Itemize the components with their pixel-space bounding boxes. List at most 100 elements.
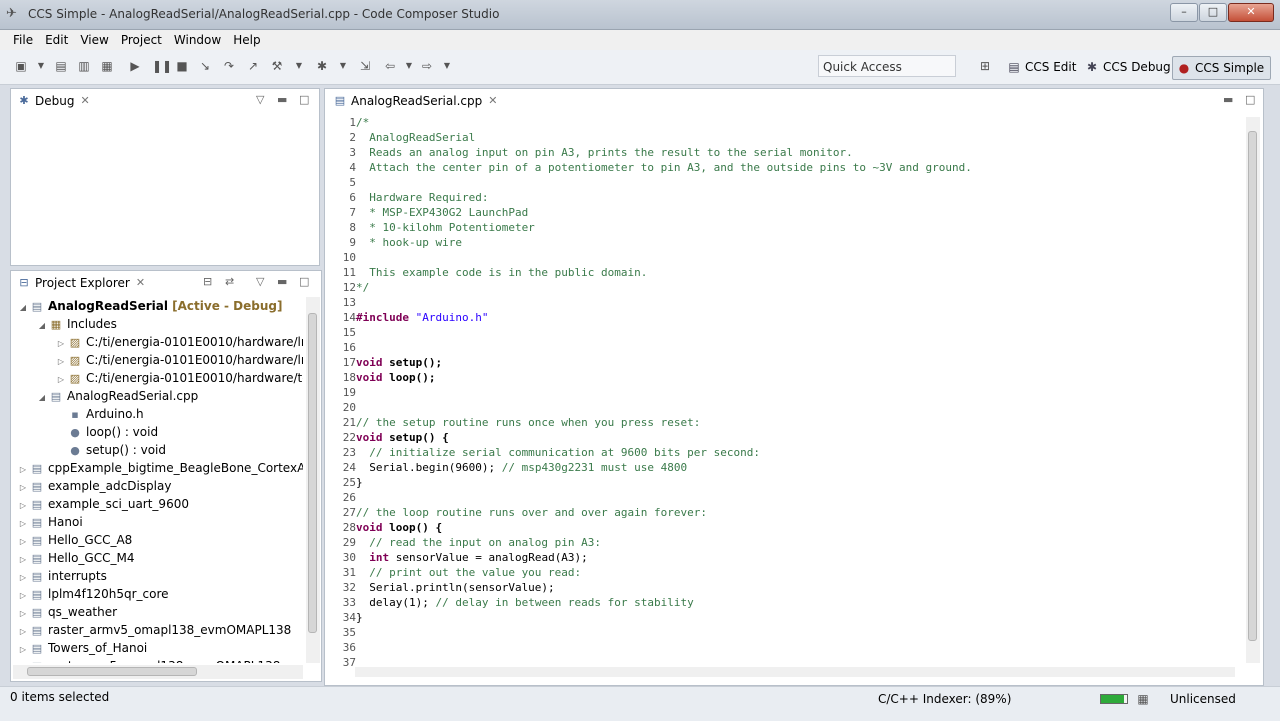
code-line[interactable]: 27// the loop routine runs over and over…	[335, 505, 707, 520]
code-line[interactable]: 7 * MSP-EXP430G2 LaunchPad	[335, 205, 528, 220]
code-line[interactable]: 12*/	[335, 280, 370, 295]
tree-item[interactable]: ▷ ▤ qs_weather	[17, 603, 117, 621]
code-line[interactable]: 21// the setup routine runs once when yo…	[335, 415, 701, 430]
code-line[interactable]: 26	[335, 490, 356, 505]
code-line[interactable]: 31 // print out the value you read:	[335, 565, 581, 580]
tree-item[interactable]: ▷ ▤ example_adcDisplay	[17, 477, 172, 495]
tree-item[interactable]: ▷ ▤ Hello_GCC_A8	[17, 531, 132, 549]
build-hammer-icon[interactable]: ⚒	[270, 59, 284, 73]
scroll-thumb[interactable]	[1248, 131, 1257, 641]
debug-view-tab[interactable]: ✱ Debug ✕	[11, 89, 90, 113]
code-editor[interactable]: 1/* 2 AnalogReadSerial 3 Reads an analog i…	[335, 115, 1239, 669]
back-icon[interactable]: ⇦	[383, 59, 397, 73]
tree-item[interactable]: ▷ ▤ Hello_GCC_M4	[17, 549, 135, 567]
step-into-icon[interactable]: ↘	[198, 59, 212, 73]
chevron-down-icon[interactable]: ▼	[336, 59, 350, 73]
maximize-view-icon[interactable]: □	[1245, 93, 1255, 106]
menu-project[interactable]: Project	[116, 30, 169, 50]
code-line[interactable]: 20	[335, 400, 356, 415]
perspective-ccs-simple[interactable]: ● CCS Simple	[1172, 56, 1272, 80]
menu-file[interactable]: File	[8, 30, 40, 50]
next-annotation-icon[interactable]: ⇲	[358, 59, 372, 73]
code-line[interactable]: 5	[335, 175, 356, 190]
collapse-all-icon[interactable]: ⊟	[203, 275, 212, 288]
code-line[interactable]: 3 Reads an analog input on pin A3, print…	[335, 145, 852, 160]
code-line[interactable]: 15	[335, 325, 356, 340]
minimize-view-icon[interactable]: ▬	[1223, 93, 1233, 106]
step-return-icon[interactable]: ↗	[246, 59, 260, 73]
code-line[interactable]: 8 * 10-kilohm Potentiometer	[335, 220, 534, 235]
terminate-icon[interactable]: ■	[175, 59, 189, 73]
debug-bug-icon[interactable]: ✱	[315, 59, 329, 73]
tree-item[interactable]: ● loop() : void	[55, 423, 158, 441]
close-icon[interactable]: ✕	[488, 89, 497, 113]
tree-item[interactable]: ▷▨C:/ti/energia-0101E0010/hardware/tools…	[55, 369, 303, 387]
maximize-view-icon[interactable]: □	[299, 93, 309, 106]
resume-icon[interactable]: ▶	[128, 59, 142, 73]
tree-item[interactable]: ▷▨C:/ti/energia-0101E0010/hardware/lm4f/	[55, 333, 303, 351]
tree-item[interactable]: ● setup() : void	[55, 441, 166, 459]
tree-item[interactable]: ◢ ▤ AnalogReadSerial.cpp	[36, 387, 198, 405]
code-line[interactable]: 36	[335, 640, 356, 655]
new-icon[interactable]: ▣	[14, 59, 28, 73]
tree-item[interactable]: ▷ ▤ raster_armv5_omapl138_evmOMAPL138	[17, 621, 291, 639]
maximize-view-icon[interactable]: □	[299, 275, 309, 288]
code-line[interactable]: 22void setup() {	[335, 430, 449, 445]
code-line[interactable]: 10	[335, 250, 356, 265]
code-line[interactable]: 37	[335, 655, 356, 669]
open-perspective-icon[interactable]: ⊞	[978, 59, 992, 73]
view-menu-icon[interactable]: ▽	[256, 93, 264, 106]
tree-horizontal-scrollbar[interactable]	[13, 665, 303, 679]
code-line[interactable]: 33 delay(1); // delay in between reads f…	[335, 595, 694, 610]
chevron-down-icon[interactable]: ▼	[292, 59, 306, 73]
tree-item[interactable]: ▷ ▤ lplm4f120h5qr_core	[17, 585, 169, 603]
code-line[interactable]: 13	[335, 295, 356, 310]
scroll-thumb[interactable]	[308, 313, 317, 633]
tree-vertical-scrollbar[interactable]	[306, 297, 320, 663]
tree-item[interactable]: ▷ ▤ cppExample_bigtime_BeagleBone_CortexA	[17, 459, 303, 477]
scroll-thumb[interactable]	[27, 667, 197, 676]
code-line[interactable]: 14#include "Arduino.h"	[335, 310, 489, 325]
expanded-twisty-icon[interactable]: ◢	[36, 389, 48, 407]
perspective-ccs-edit[interactable]: ▤ CCS Edit	[1006, 56, 1076, 78]
close-icon[interactable]: ✕	[80, 89, 89, 113]
chevron-down-icon[interactable]: ▼	[440, 59, 454, 73]
save-icon[interactable]: ▤	[54, 59, 68, 73]
minimize-view-icon[interactable]: ▬	[277, 275, 287, 288]
tree-item[interactable]: ▷ ▤ Hanoi	[17, 513, 83, 531]
view-menu-icon[interactable]: ▽	[256, 275, 264, 288]
code-line[interactable]: 23 // initialize serial communication at…	[335, 445, 760, 460]
code-line[interactable]: 9 * hook-up wire	[335, 235, 462, 250]
code-line[interactable]: 2 AnalogReadSerial	[335, 130, 475, 145]
maximize-button[interactable]: □	[1199, 3, 1227, 22]
editor-horizontal-scrollbar[interactable]	[355, 667, 1235, 677]
tree-item[interactable]: ▷▨C:/ti/energia-0101E0010/hardware/lm4f/	[55, 351, 303, 369]
chevron-down-icon[interactable]: ▼	[34, 59, 48, 73]
code-line[interactable]: 25}	[335, 475, 363, 490]
code-line[interactable]: 29 // read the input on analog pin A3:	[335, 535, 601, 550]
code-line[interactable]: 24 Serial.begin(9600); // msp430g2231 mu…	[335, 460, 687, 475]
tree-item[interactable]: ◢ ▤ AnalogReadSerial [Active - Debug]	[17, 297, 283, 315]
code-line[interactable]: 16	[335, 340, 356, 355]
code-line[interactable]: 6 Hardware Required:	[335, 190, 488, 205]
step-over-icon[interactable]: ↷	[222, 59, 236, 73]
tree-item[interactable]: ▷ ▤ interrupts	[17, 567, 107, 585]
minimize-view-icon[interactable]: ▬	[277, 93, 287, 106]
save-all-icon[interactable]: ▥	[77, 59, 91, 73]
code-line[interactable]: 11 This example code is in the public do…	[335, 265, 648, 280]
tree-item[interactable]: ▷ ▤ Towers_of_Hanoi	[17, 639, 147, 657]
code-line[interactable]: 30 int sensorValue = analogRead(A3);	[335, 550, 588, 565]
menu-edit[interactable]: Edit	[40, 30, 75, 50]
code-line[interactable]: 28void loop() {	[335, 520, 442, 535]
project-explorer-tab[interactable]: ⊟ Project Explorer ✕	[11, 271, 146, 295]
expanded-twisty-icon[interactable]: ◢	[36, 317, 48, 335]
code-line[interactable]: 1/*	[335, 115, 369, 130]
collapsed-twisty-icon[interactable]: ▷	[17, 659, 29, 663]
tree-item[interactable]: ▪ Arduino.h	[55, 405, 143, 423]
quick-access-field[interactable]: Quick Access	[818, 55, 956, 77]
code-line[interactable]: 34}	[335, 610, 363, 625]
chevron-down-icon[interactable]: ▼	[402, 59, 416, 73]
menu-help[interactable]: Help	[228, 30, 267, 50]
close-button[interactable]: ✕	[1228, 3, 1274, 22]
link-editor-icon[interactable]: ⇄	[225, 275, 234, 288]
